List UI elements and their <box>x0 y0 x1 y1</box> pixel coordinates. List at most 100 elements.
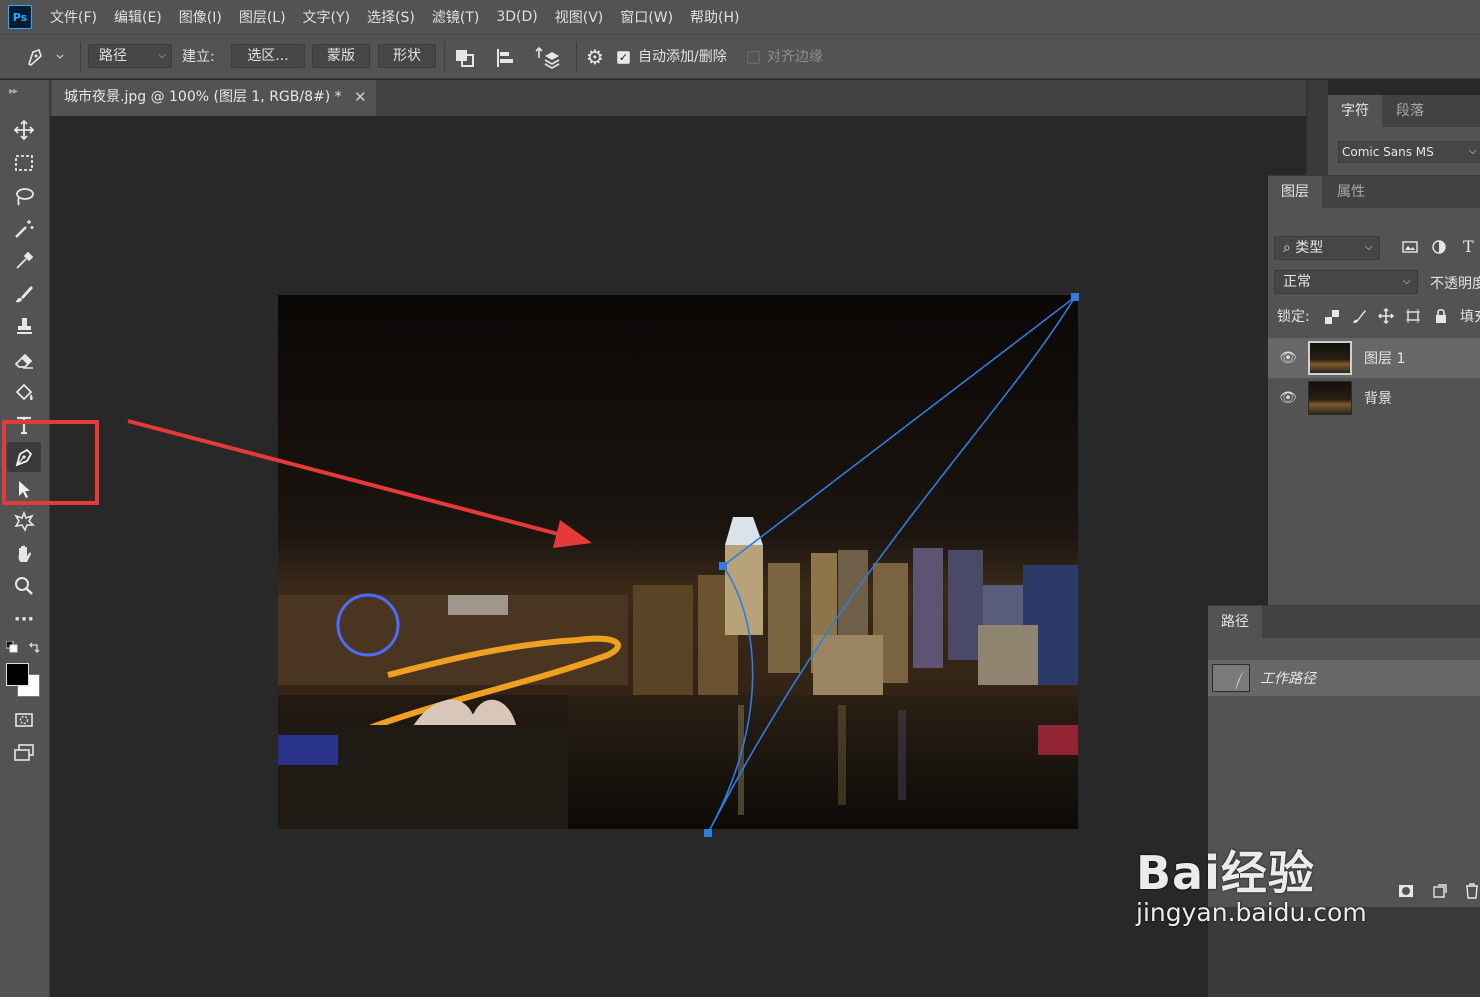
lasso-tool-icon[interactable] <box>7 181 41 211</box>
lock-all-icon[interactable] <box>1434 308 1448 328</box>
annotation-highlight-box <box>2 420 99 505</box>
path-arrangement-icon[interactable] <box>535 46 561 74</box>
fill-label: 填充 <box>1460 309 1480 325</box>
chevron-down-icon: ⌵ <box>1403 276 1411 287</box>
layers-panel: 图层 属性 ⌕ 类型 ⌵ T 正常 ⌵ 不透明度 锁定: 填 👁 图层 1 👁 … <box>1268 175 1480 605</box>
path-thumbnail <box>1212 664 1250 692</box>
baidu-jingyan-watermark: Bai经验 jingyan.baidu.com <box>1136 848 1406 928</box>
brush-tool-icon[interactable] <box>7 279 41 309</box>
visibility-eye-icon[interactable]: 👁 <box>1268 350 1308 366</box>
menu-window[interactable]: 窗口(W) <box>620 7 673 27</box>
path-name: 工作路径 <box>1260 671 1316 687</box>
menu-view[interactable]: 视图(V) <box>555 7 604 27</box>
watermark-logo: Bai经验 <box>1136 846 1315 900</box>
foreground-color-swatch[interactable] <box>6 663 29 686</box>
gear-icon[interactable]: ⚙ <box>586 47 604 67</box>
align-edges-checkbox[interactable] <box>747 51 760 64</box>
custom-shape-tool-icon[interactable] <box>7 506 41 536</box>
tab-paths[interactable]: 路径 <box>1208 606 1262 638</box>
blend-mode-select[interactable]: 正常 ⌵ <box>1274 270 1418 294</box>
menu-image[interactable]: 图像(I) <box>179 7 222 27</box>
lock-position-icon[interactable] <box>1377 307 1395 328</box>
path-row[interactable]: 工作路径 <box>1208 660 1480 696</box>
make-selection-button[interactable]: 选区... <box>231 44 305 68</box>
menu-file[interactable]: 文件(F) <box>50 7 97 27</box>
opacity-label: 不透明度 <box>1430 276 1480 292</box>
menu-3d[interactable]: 3D(D) <box>496 9 537 25</box>
menu-bar: Ps 文件(F) 编辑(E) 图像(I) 图层(L) 文字(Y) 选择(S) 滤… <box>0 0 1480 34</box>
photoshop-window: Ps 文件(F) 编辑(E) 图像(I) 图层(L) 文字(Y) 选择(S) 滤… <box>0 0 1480 997</box>
tab-layers[interactable]: 图层 <box>1268 176 1322 208</box>
image-filter-icon[interactable] <box>1402 239 1418 259</box>
chevron-down-icon: ⌵ <box>1469 146 1477 157</box>
layer-name: 背景 <box>1364 391 1392 407</box>
tab-character[interactable]: 字符 <box>1328 95 1382 127</box>
menu-help[interactable]: 帮助(H) <box>690 7 739 27</box>
more-tools-icon[interactable]: ··· <box>7 604 41 634</box>
menu-filter[interactable]: 滤镜(T) <box>432 7 479 27</box>
quick-mask-icon[interactable] <box>7 705 41 735</box>
clone-stamp-tool-icon[interactable] <box>7 311 41 341</box>
auto-add-delete-checkbox[interactable]: ✓ <box>617 51 630 64</box>
layer-filter-select[interactable]: ⌕ 类型 ⌵ <box>1274 236 1380 260</box>
separator <box>576 42 577 72</box>
canvas-area[interactable] <box>50 116 1306 997</box>
blend-mode-value: 正常 <box>1283 274 1311 290</box>
layer-filter-value: 类型 <box>1295 240 1324 256</box>
eyedropper-tool-icon[interactable] <box>7 246 41 276</box>
paths-panel-tabs: 路径 <box>1208 606 1480 638</box>
layers-panel-tabs: 图层 属性 <box>1268 176 1480 208</box>
pen-mode-select[interactable]: 路径 ⌵ <box>88 44 172 68</box>
lock-artboard-icon[interactable] <box>1405 308 1421 328</box>
hand-tool-icon[interactable] <box>7 539 41 569</box>
magic-wand-tool-icon[interactable] <box>7 214 41 244</box>
panel-grip-icon[interactable]: ▸▸ <box>9 86 18 97</box>
screen-mode-icon[interactable] <box>7 738 41 768</box>
chevron-down-icon: ⌵ <box>1365 242 1373 253</box>
layer-thumbnail <box>1308 381 1352 415</box>
path-alignment-icon[interactable] <box>494 47 516 73</box>
new-path-icon[interactable] <box>1432 883 1448 903</box>
adjustment-filter-icon[interactable] <box>1431 239 1447 259</box>
city-night-photo[interactable] <box>278 295 1078 829</box>
type-filter-icon[interactable]: T <box>1463 237 1474 256</box>
visibility-eye-icon[interactable]: 👁 <box>1268 390 1308 406</box>
font-family-select[interactable]: Comic Sans MS ⌵ <box>1338 141 1480 163</box>
lock-transparent-icon[interactable] <box>1325 310 1339 328</box>
separator <box>80 42 81 72</box>
menu-edit[interactable]: 编辑(E) <box>114 7 162 27</box>
move-tool-icon[interactable] <box>7 115 41 145</box>
marquee-tool-icon[interactable] <box>7 148 41 178</box>
photoshop-logo-icon: Ps <box>8 5 32 29</box>
menu-layer[interactable]: 图层(L) <box>239 7 286 27</box>
pen-tool-preset-icon[interactable] <box>24 46 64 72</box>
layer-thumbnail <box>1308 341 1352 375</box>
options-bar: 路径 ⌵ 建立: 选区... 蒙版 形状 ⚙ ✓ 自动添加/删除 对齐边缘 <box>0 34 1480 79</box>
auto-add-delete-label: 自动添加/删除 <box>638 49 727 65</box>
character-panel-tabs: 字符 段落 <box>1328 95 1480 127</box>
tab-properties[interactable]: 属性 <box>1324 176 1378 208</box>
tab-paragraph[interactable]: 段落 <box>1384 95 1436 127</box>
path-operations-icon[interactable] <box>454 47 476 73</box>
chevron-down-icon: ⌵ <box>158 50 166 61</box>
layer-row[interactable]: 👁 图层 1 <box>1268 338 1480 378</box>
paint-bucket-tool-icon[interactable] <box>7 378 41 408</box>
default-colors-icon[interactable] <box>5 640 18 657</box>
menu-select[interactable]: 选择(S) <box>367 7 415 27</box>
menu-type[interactable]: 文字(Y) <box>303 7 350 27</box>
tools-panel: ▸▸ ··· <box>0 80 50 997</box>
layer-row[interactable]: 👁 背景 <box>1268 378 1480 418</box>
make-shape-button[interactable]: 形状 <box>378 44 436 68</box>
swap-colors-icon[interactable] <box>28 641 41 658</box>
eraser-tool-icon[interactable] <box>7 345 41 375</box>
search-icon: ⌕ <box>1283 240 1291 256</box>
make-mask-button[interactable]: 蒙版 <box>312 44 370 68</box>
close-icon[interactable]: ✕ <box>354 80 367 114</box>
document-tab-title: 城市夜景.jpg @ 100% (图层 1, RGB/8#) * <box>64 89 342 105</box>
align-edges-label: 对齐边缘 <box>767 49 823 65</box>
delete-path-icon[interactable] <box>1464 883 1480 903</box>
layer-name: 图层 1 <box>1364 351 1406 367</box>
document-tab[interactable]: 城市夜景.jpg @ 100% (图层 1, RGB/8#) * ✕ <box>52 80 376 116</box>
zoom-tool-icon[interactable] <box>7 571 41 601</box>
lock-pixels-icon[interactable] <box>1351 308 1367 328</box>
